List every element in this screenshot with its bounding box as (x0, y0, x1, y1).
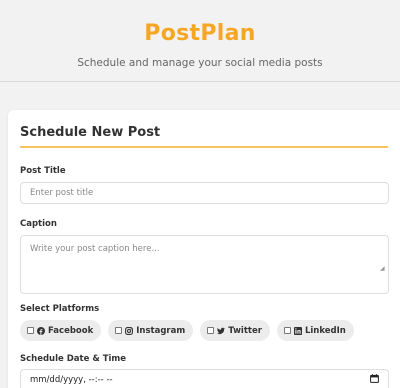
schedule-date-label: Schedule Date & Time (20, 354, 127, 364)
schedule-post-card: Schedule New Post Post Title Caption ◢ S… (8, 110, 400, 388)
facebook-checkbox[interactable] (27, 327, 34, 334)
twitter-icon (217, 327, 226, 335)
platform-label-linkedin: LinkedIn (304, 325, 346, 336)
schedule-datetime-value: mm/dd/yyyy, --:-- -- (30, 375, 113, 385)
platforms-label: Select Platforms (20, 304, 100, 314)
calendar-icon[interactable] (370, 374, 379, 386)
platform-option-instagram[interactable]: Instagram (108, 320, 194, 341)
caption-textarea[interactable] (20, 235, 389, 294)
platform-option-twitter[interactable]: Twitter (200, 320, 270, 341)
app-title: PostPlan (144, 21, 256, 46)
facebook-icon (37, 326, 45, 335)
app-header: PostPlan Schedule and manage your social… (0, 0, 400, 82)
twitter-checkbox[interactable] (207, 327, 215, 334)
instagram-checkbox[interactable] (115, 327, 123, 334)
platform-options: Facebook Instagram Twitter LinkedIn (20, 320, 388, 341)
app-subtitle: Schedule and manage your social media po… (77, 57, 323, 69)
resize-grip-icon[interactable]: ◢ (380, 265, 386, 272)
caption-label: Caption (20, 219, 57, 229)
post-title-label: Post Title (20, 166, 66, 176)
platform-option-linkedin[interactable]: LinkedIn (276, 320, 354, 341)
card-title: Schedule New Post (20, 125, 161, 140)
platform-option-facebook[interactable]: Facebook (20, 320, 102, 341)
platform-label-instagram: Instagram (136, 325, 186, 336)
post-title-input[interactable] (20, 182, 389, 204)
schedule-datetime-input[interactable]: mm/dd/yyyy, --:-- -- (20, 369, 389, 388)
linkedin-icon (293, 326, 302, 335)
platform-label-facebook: Facebook (48, 325, 94, 336)
linkedin-checkbox[interactable] (283, 327, 291, 334)
platform-label-twitter: Twitter (228, 325, 262, 336)
title-divider (20, 146, 388, 148)
instagram-icon (125, 326, 134, 335)
